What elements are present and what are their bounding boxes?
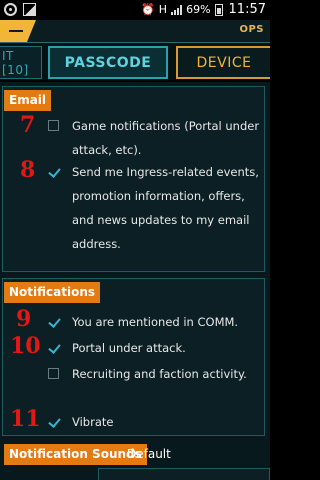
- game-notifications-label: Game notifications (Portal under attack,…: [72, 119, 260, 157]
- notification-sound-value[interactable]: Default: [127, 447, 171, 461]
- battery-percent: 69%: [186, 3, 211, 16]
- portal-under-attack-label: Portal under attack.: [72, 341, 186, 355]
- notification-sounds-header: Notification Sounds: [4, 444, 147, 465]
- gps-icon: [4, 3, 17, 16]
- top-bar: OPS: [0, 20, 270, 43]
- annotation-number: 9: [16, 306, 32, 332]
- promotions-label: Send me Ingress-related events, promotio…: [72, 165, 259, 251]
- promotions-checkbox[interactable]: [48, 166, 59, 177]
- image-notification-icon: [23, 3, 36, 16]
- tab-it[interactable]: IT [10]: [0, 46, 42, 79]
- status-icons-right: ⏰ H 69% 11:57: [141, 2, 266, 17]
- tab-bar: IT [10] PASSCODE DEVICE: [0, 43, 270, 80]
- vibrate-checkbox[interactable]: [48, 416, 59, 427]
- notification-sound-selector[interactable]: [98, 468, 270, 480]
- menu-button[interactable]: [0, 20, 36, 42]
- signal-icon: [171, 4, 183, 15]
- vibrate-label: Vibrate: [72, 415, 114, 429]
- alarm-icon: ⏰: [141, 3, 155, 16]
- tab-passcode[interactable]: PASSCODE: [48, 46, 168, 79]
- notifications-header: Notifications: [4, 282, 101, 303]
- ops-label[interactable]: OPS: [239, 24, 264, 35]
- recruiting-checkbox[interactable]: [48, 368, 59, 379]
- mentioned-in-comm-label: You are mentioned in COMM.: [72, 315, 239, 329]
- recruiting-label: Recruiting and faction activity.: [72, 367, 247, 381]
- annotation-number: 7: [20, 112, 36, 138]
- game-notifications-checkbox[interactable]: [48, 120, 59, 131]
- annotation-number: 11: [10, 406, 41, 432]
- status-bar: ⏰ H 69% 11:57: [0, 0, 270, 20]
- status-icons-left: [4, 3, 36, 16]
- tab-device[interactable]: DEVICE: [176, 46, 270, 79]
- settings-content: Email 7 Game notifications (Portal under…: [0, 82, 270, 480]
- portal-under-attack-checkbox[interactable]: [48, 342, 59, 353]
- battery-icon: [214, 3, 223, 16]
- mentioned-in-comm-checkbox[interactable]: [48, 316, 59, 327]
- annotation-number: 8: [20, 157, 36, 183]
- network-type-label: H: [158, 3, 168, 16]
- annotation-number: 10: [10, 333, 41, 359]
- clock: 11:57: [228, 2, 266, 17]
- email-header: Email: [4, 90, 52, 111]
